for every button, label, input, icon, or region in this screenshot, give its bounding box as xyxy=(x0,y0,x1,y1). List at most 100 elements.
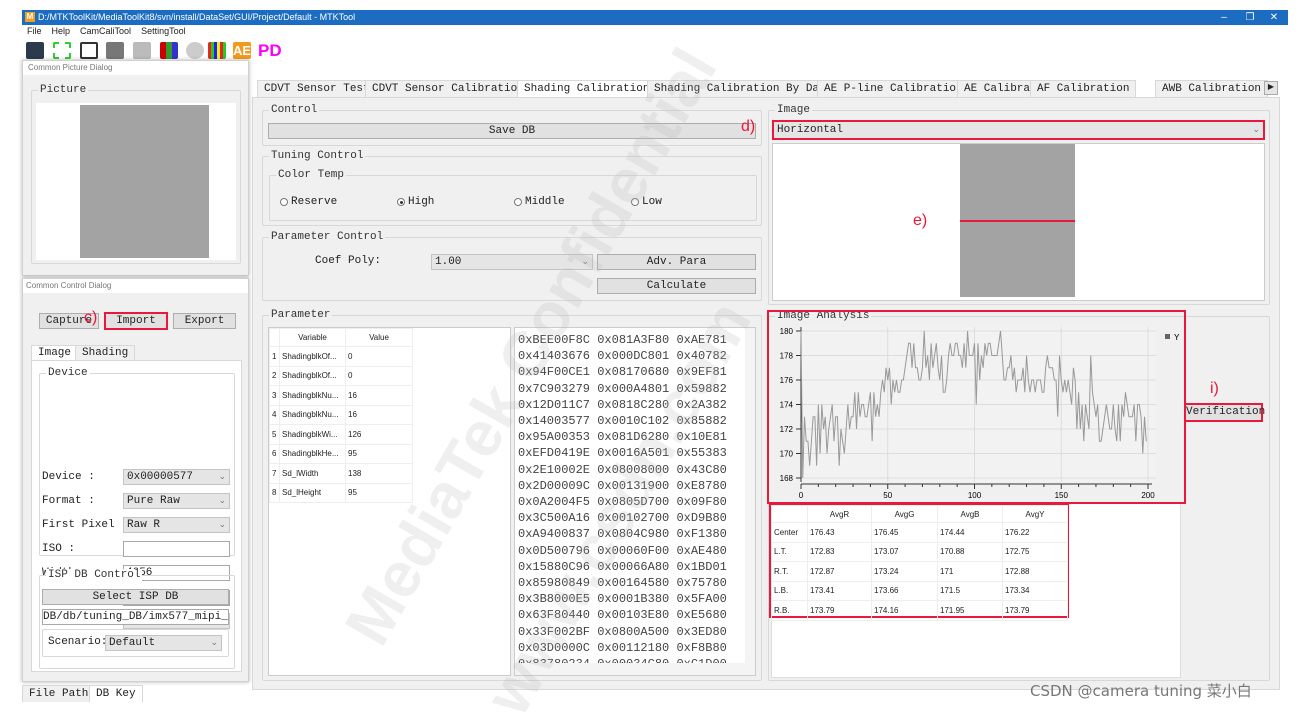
radio-label: High xyxy=(408,196,435,208)
field-label: Format : xyxy=(42,495,95,507)
table-row[interactable]: 4 ShadingblkNu... 16 xyxy=(269,404,413,425)
hex-value: 0x2D00009C xyxy=(518,478,591,493)
table-cell: 173.24 xyxy=(871,561,938,582)
hex-vertical-scrollbar[interactable] xyxy=(745,328,755,663)
tab-main[interactable]: CDVT Sensor Calibration xyxy=(365,80,531,97)
hex-row: 0x7C903279 0x000A4801 0x59882 xyxy=(518,381,755,397)
table-row[interactable]: 8 Sd_lHeight 95 xyxy=(269,482,413,503)
color-checker-icon[interactable] xyxy=(208,42,226,59)
hex-list[interactable]: 0xBEE00F8C 0x081A3F80 0xAE781 0x41403676 … xyxy=(514,327,756,676)
import-button[interactable]: Import xyxy=(104,312,168,330)
radio-reserve[interactable]: Reserve xyxy=(280,196,337,208)
hex-row: 0xBEE00F8C 0x081A3F80 0xAE781 xyxy=(518,332,755,348)
scenario-combo[interactable]: Default ⌄ xyxy=(105,635,222,651)
chevron-down-icon: ⌄ xyxy=(581,257,589,267)
camera-settings-icon[interactable] xyxy=(106,42,124,59)
field-label: ISO : xyxy=(42,543,76,555)
radio-circle-icon xyxy=(280,198,288,206)
field-value: Pure Raw xyxy=(127,495,180,507)
minimize-icon[interactable]: – xyxy=(1212,10,1236,25)
tab-shading[interactable]: Shading xyxy=(75,345,136,361)
verification-button[interactable]: Verification xyxy=(1184,403,1265,422)
terminal-icon[interactable] xyxy=(26,42,44,59)
hex-value: 0x081A3F80 xyxy=(597,333,670,347)
save-db-button[interactable]: Save DB xyxy=(268,123,756,139)
table-row: R.T. 172.87 173.24 171 172.88 xyxy=(771,561,1068,582)
table-row[interactable]: 5 ShadingblkWi... 126 xyxy=(269,424,413,445)
menu-help[interactable]: Help xyxy=(52,26,71,39)
tab-main[interactable]: Shading Calibration By Dac xyxy=(647,80,833,97)
tab-main[interactable]: Shading Calibration xyxy=(517,80,657,98)
table-row[interactable]: 7 Sd_lWidth 138 xyxy=(269,463,413,484)
tab-scroll-right-icon[interactable]: ▶ xyxy=(1264,81,1278,95)
x-tick-label: 150 xyxy=(1055,491,1069,500)
af-icon[interactable] xyxy=(53,42,71,59)
hex-row: 0x2D00009C 0x00131900 0xE8780 xyxy=(518,478,755,494)
line-chart: 168 170 172 174 176 178 180 0 50 100 150 200 Y xyxy=(780,327,1180,500)
calculate-button[interactable]: Calculate xyxy=(597,278,756,294)
chart-icon[interactable] xyxy=(160,42,178,59)
field-combo[interactable]: Pure Raw ⌄ xyxy=(123,493,230,509)
tab-main[interactable]: AE P-line Calibration xyxy=(817,80,970,97)
tab-file-path[interactable]: File Path xyxy=(22,685,96,702)
restore-icon[interactable]: ❐ xyxy=(1238,10,1262,25)
field-combo[interactable]: 0x00000577 ⌄ xyxy=(123,469,230,485)
csdn-footer: CSDN @camera tuning 菜小白 xyxy=(1030,682,1252,700)
table-row[interactable]: 2 ShadingblkOf... 0 xyxy=(269,365,413,386)
app-icon: M xyxy=(25,12,35,22)
annotation-e: e) xyxy=(913,212,928,229)
table-row: L.B. 173.41 173.66 171.5 173.34 xyxy=(771,580,1068,601)
hex-value: 0xA9400837 xyxy=(518,527,591,542)
export-button[interactable]: Export xyxy=(173,313,236,329)
row-header: L.B. xyxy=(771,580,808,601)
tab-main[interactable]: CDVT Sensor Test xyxy=(257,80,377,97)
hex-horizontal-scrollbar[interactable] xyxy=(515,663,755,675)
console-icon[interactable] xyxy=(80,42,98,59)
adv-para-button[interactable]: Adv. Para xyxy=(597,254,756,270)
table-cell: 7 xyxy=(269,463,280,484)
table-cell: 0 xyxy=(345,365,413,386)
db-path-field[interactable]: DB/db/tuning_DB/imx577_mipi_raw xyxy=(42,609,229,625)
hex-value: 0x3B8000E5 xyxy=(518,592,591,607)
disk-icon[interactable] xyxy=(133,42,151,59)
hex-value: 0x00103E80 xyxy=(597,608,670,623)
tab-main[interactable]: AF Calibration xyxy=(1030,80,1137,97)
radio-low[interactable]: Low xyxy=(631,196,662,208)
field-value: 0x00000577 xyxy=(127,471,194,483)
table-cell: 176.22 xyxy=(1002,522,1068,543)
image-direction-combo[interactable]: Horizontal ⌄ xyxy=(772,120,1265,140)
field-combo[interactable]: Raw R ⌄ xyxy=(123,517,230,533)
y-tick-label: 174 xyxy=(780,401,794,410)
coef-poly-combo[interactable]: 1.00 ⌄ xyxy=(431,254,593,270)
gear-icon[interactable] xyxy=(186,42,204,59)
y-tick-label: 176 xyxy=(780,376,794,385)
table-row[interactable]: 1 ShadingblkOf... 0 xyxy=(269,346,413,367)
pd-icon[interactable]: PD xyxy=(258,42,282,59)
tab-db-key[interactable]: DB Key xyxy=(89,685,143,702)
radio-label: Middle xyxy=(525,196,565,208)
tab-image[interactable]: Image xyxy=(31,345,79,361)
horizontal-line-marker xyxy=(960,220,1075,222)
y-tick-label: 172 xyxy=(780,425,794,434)
select-isp-db-button[interactable]: Select ISP DB xyxy=(42,589,229,605)
table-row[interactable]: 6 ShadingblkHe... 95 xyxy=(269,443,413,464)
control-group: Control Save DB xyxy=(262,104,762,146)
menu-camcalitool[interactable]: CamCaliTool xyxy=(80,26,131,39)
table-cell: ShadingblkNu... xyxy=(279,385,346,406)
table-row[interactable]: 3 ShadingblkNu... 16 xyxy=(269,385,413,406)
radio-label: Low xyxy=(642,196,662,208)
menu-settingtool[interactable]: SettingTool xyxy=(141,26,186,39)
close-icon[interactable]: ✕ xyxy=(1262,10,1286,25)
tab-main[interactable]: AWB Calibration xyxy=(1155,80,1269,97)
ae-icon[interactable]: AE xyxy=(233,42,251,59)
radio-middle[interactable]: Middle xyxy=(514,196,565,208)
corner xyxy=(771,505,808,523)
menu-file[interactable]: File xyxy=(27,26,42,39)
hex-value: 0x9EF81 xyxy=(676,365,727,380)
field-input[interactable] xyxy=(123,541,230,557)
hex-value: 0x00131900 xyxy=(597,478,670,493)
menu-bar: File Help CamCaliTool SettingTool xyxy=(22,26,186,39)
radio-high[interactable]: High xyxy=(397,196,434,208)
image-view xyxy=(772,143,1265,301)
hex-value: 0xE8780 xyxy=(676,478,727,493)
